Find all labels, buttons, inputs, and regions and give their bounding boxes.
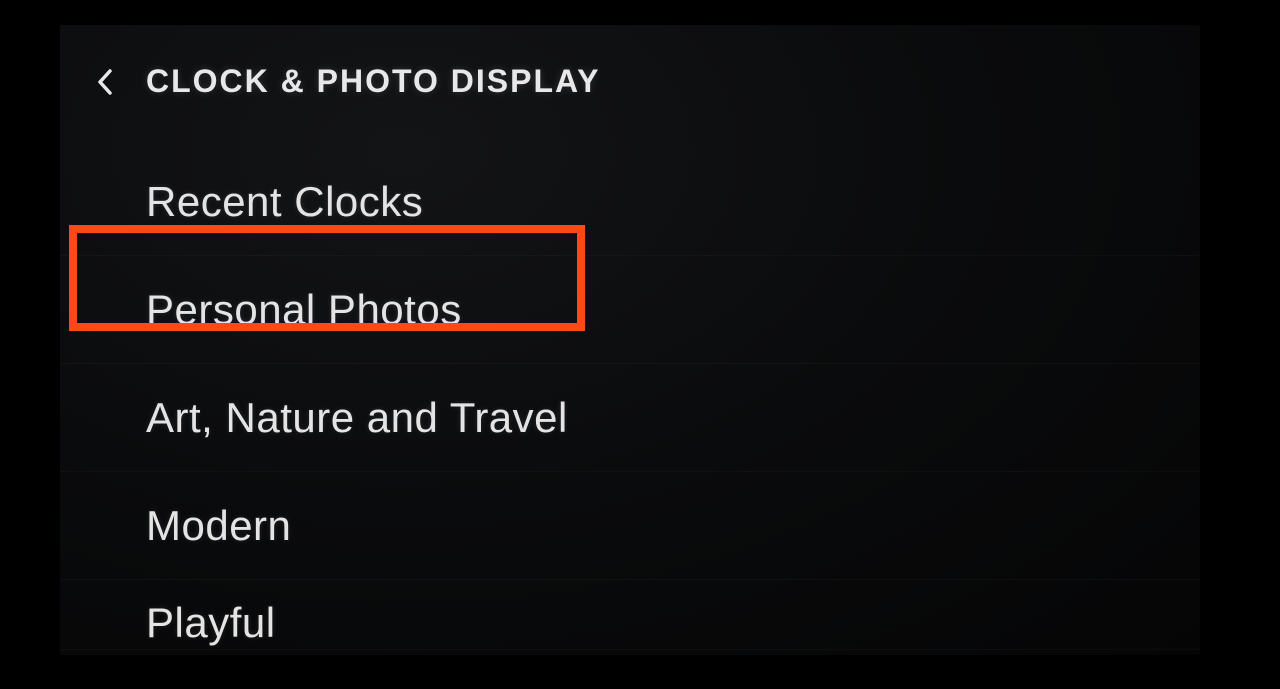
menu-item-playful[interactable]: Playful — [60, 580, 1200, 650]
menu-item-label: Modern — [146, 502, 291, 550]
settings-screen: CLOCK & PHOTO DISPLAY Recent Clocks Pers… — [60, 25, 1200, 655]
menu-item-modern[interactable]: Modern — [60, 472, 1200, 580]
menu-item-label: Playful — [146, 602, 276, 644]
header-bar: CLOCK & PHOTO DISPLAY — [60, 25, 1200, 100]
menu-item-label: Recent Clocks — [146, 178, 423, 226]
back-button[interactable] — [92, 69, 118, 95]
menu-item-label: Art, Nature and Travel — [146, 394, 568, 442]
chevron-left-icon — [96, 68, 114, 96]
menu-list: Recent Clocks Personal Photos Art, Natur… — [60, 100, 1200, 650]
menu-item-art-nature-travel[interactable]: Art, Nature and Travel — [60, 364, 1200, 472]
page-title: CLOCK & PHOTO DISPLAY — [146, 63, 601, 100]
menu-item-personal-photos[interactable]: Personal Photos — [60, 256, 1200, 364]
menu-item-label: Personal Photos — [146, 286, 462, 334]
menu-item-recent-clocks[interactable]: Recent Clocks — [60, 148, 1200, 256]
